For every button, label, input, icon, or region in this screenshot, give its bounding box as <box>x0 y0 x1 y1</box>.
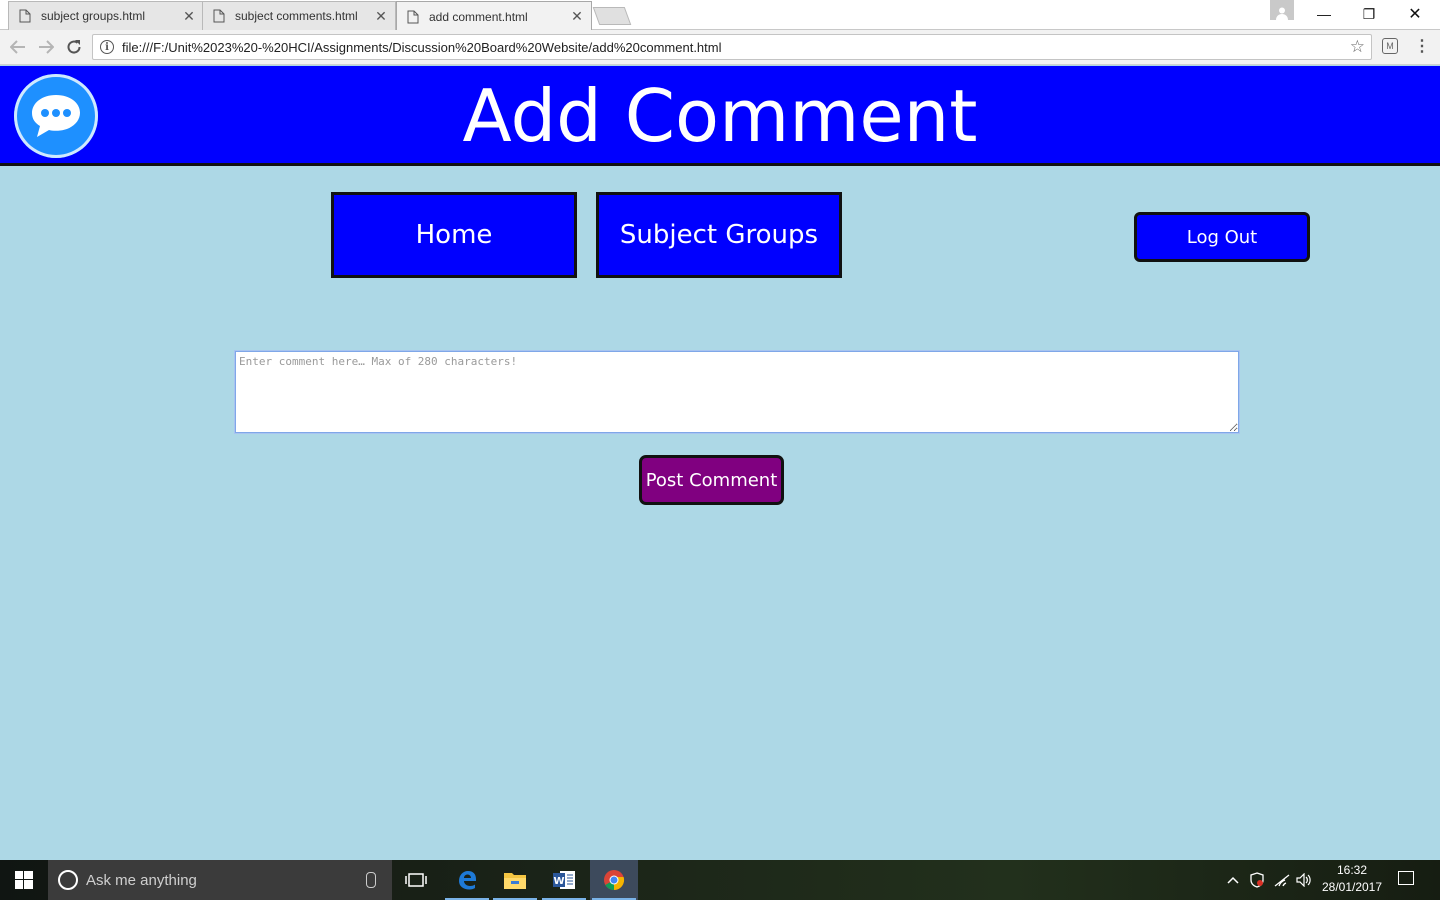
clock-date: 28/01/2017 <box>1321 880 1383 894</box>
edge-icon[interactable] <box>443 860 491 900</box>
wifi-icon[interactable] <box>1274 872 1290 888</box>
back-arrow-icon[interactable] <box>8 37 28 57</box>
page-title: Add Comment <box>462 74 978 158</box>
new-tab-button[interactable] <box>592 7 632 25</box>
task-view-icon[interactable] <box>392 860 440 900</box>
page-header: Add Comment <box>0 66 1440 166</box>
home-button[interactable]: Home <box>331 192 577 278</box>
word-icon[interactable]: W <box>540 860 588 900</box>
browser-toolbar: i file:///F:/Unit%2023%20-%20HCI/Assignm… <box>0 30 1440 65</box>
chevron-up-icon[interactable] <box>1225 872 1241 888</box>
svg-text:W: W <box>553 876 564 887</box>
tab-subject-comments[interactable]: subject comments.html ✕ <box>202 1 396 30</box>
cortana-icon <box>58 870 78 890</box>
close-tab-icon[interactable]: ✕ <box>181 8 197 25</box>
tab-title: subject groups.html <box>41 9 146 23</box>
volume-icon[interactable] <box>1296 872 1312 888</box>
system-clock[interactable]: 16:32 28/01/2017 <box>1318 862 1386 896</box>
document-icon <box>407 10 419 24</box>
minimize-icon[interactable]: — <box>1301 0 1347 28</box>
browser-tab-strip: subject groups.html ✕ subject comments.h… <box>0 0 1440 31</box>
cortana-search-box[interactable]: Ask me anything <box>48 860 392 900</box>
shield-icon[interactable] <box>1249 872 1265 888</box>
search-placeholder: Ask me anything <box>86 871 197 889</box>
close-tab-icon[interactable]: ✕ <box>373 8 389 25</box>
tab-title: subject comments.html <box>235 9 358 23</box>
info-icon[interactable]: i <box>100 40 114 54</box>
clock-time: 16:32 <box>1336 863 1368 877</box>
tab-subject-groups[interactable]: subject groups.html ✕ <box>8 1 204 30</box>
star-icon[interactable]: ☆ <box>1350 37 1365 57</box>
tab-add-comment[interactable]: add comment.html ✕ <box>396 1 592 31</box>
close-window-icon[interactable]: ✕ <box>1392 0 1438 28</box>
chat-bubble-logo-icon <box>14 74 98 158</box>
url-text[interactable]: file:///F:/Unit%2023%20-%20HCI/Assignmen… <box>122 40 1350 55</box>
log-out-button[interactable]: Log Out <box>1134 212 1310 262</box>
kebab-menu-icon[interactable]: ⋮ <box>1414 37 1430 57</box>
close-tab-icon[interactable]: ✕ <box>569 8 585 25</box>
windows-taskbar: Ask me anything W 16:32 28/01/2017 <box>0 860 1440 900</box>
restore-icon[interactable]: ❐ <box>1346 0 1392 28</box>
forward-arrow-icon[interactable] <box>36 37 56 57</box>
profile-icon[interactable] <box>1270 0 1294 20</box>
post-comment-button[interactable]: Post Comment <box>639 455 784 505</box>
address-bar[interactable]: i file:///F:/Unit%2023%20-%20HCI/Assignm… <box>92 34 1372 60</box>
file-explorer-icon[interactable] <box>491 860 539 900</box>
reload-icon[interactable] <box>64 37 84 57</box>
microphone-icon[interactable] <box>366 872 376 888</box>
extension-icon[interactable]: M <box>1382 38 1398 54</box>
document-icon <box>213 9 225 23</box>
subject-groups-button[interactable]: Subject Groups <box>596 192 842 278</box>
action-center-icon[interactable] <box>1398 871 1414 885</box>
comment-textarea[interactable] <box>234 350 1240 434</box>
document-icon <box>19 9 31 23</box>
chrome-icon[interactable] <box>590 860 638 900</box>
windows-start-icon[interactable] <box>0 860 48 900</box>
tab-title: add comment.html <box>429 9 528 24</box>
